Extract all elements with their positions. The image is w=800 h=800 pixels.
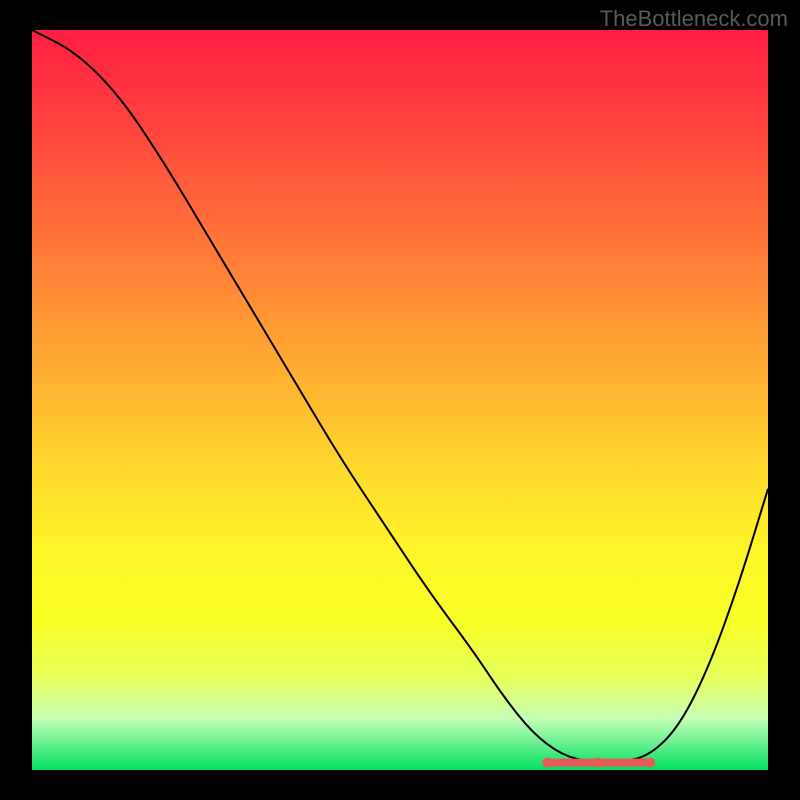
watermark-text: TheBottleneck.com [600, 6, 788, 32]
chart-plot-area [32, 30, 768, 770]
curve-svg [32, 30, 768, 770]
bottleneck-curve-line [32, 30, 768, 763]
